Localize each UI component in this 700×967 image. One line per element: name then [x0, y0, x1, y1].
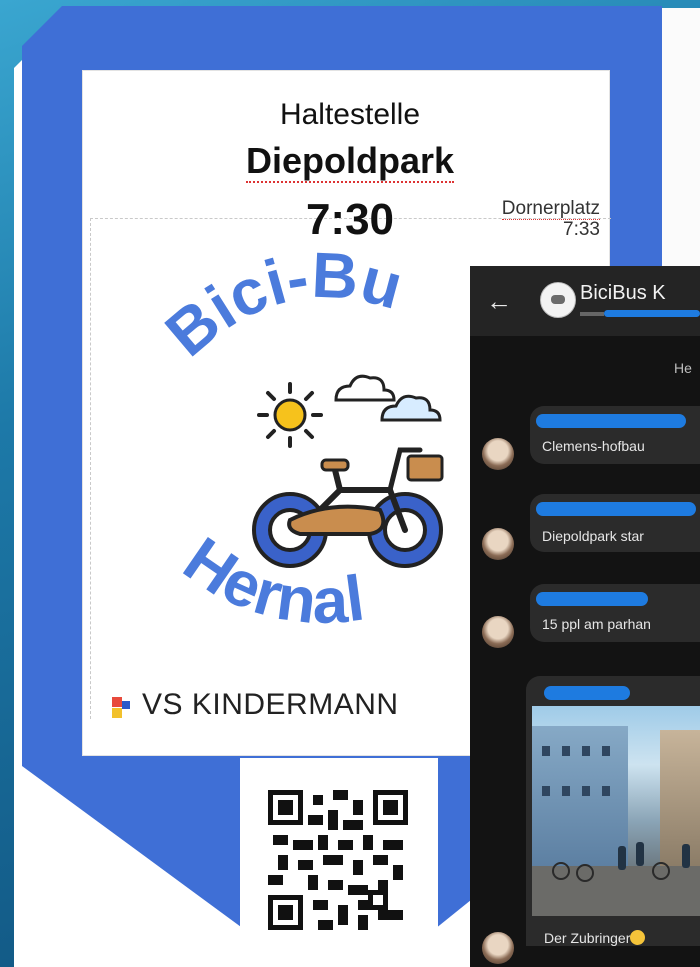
back-arrow-icon[interactable]: ←	[486, 286, 512, 317]
qr-code-icon	[268, 790, 408, 930]
sender-name-redaction	[544, 686, 630, 700]
photo-person	[618, 846, 626, 870]
smile-emoji-icon	[630, 930, 645, 945]
school-name: VS KINDERMANN	[142, 688, 399, 721]
photo-window	[542, 786, 550, 796]
sender-name-redaction	[536, 502, 696, 516]
message-text: Der Zubringer	[544, 930, 631, 946]
photo-bike	[576, 864, 594, 882]
chat-subtitle-bar	[580, 312, 604, 316]
chat-subtitle-redaction	[604, 310, 700, 317]
bicibus-logo: Bici-Bu Hernal	[152, 250, 444, 637]
message-text: 15 ppl am parhan	[542, 616, 651, 632]
school-logo	[112, 697, 130, 718]
chat-header: ← BiciBus K	[470, 266, 700, 336]
next-stop-time: 7:33	[563, 219, 600, 240]
photo-person	[636, 842, 644, 866]
photo-window	[582, 786, 590, 796]
photo-window	[542, 746, 550, 756]
photo-building	[660, 730, 700, 870]
photo-window	[562, 746, 570, 756]
photo-window	[562, 786, 570, 796]
photo-window	[582, 746, 590, 756]
message-text: Clemens-hofbau	[542, 438, 645, 454]
group-avatar[interactable]	[540, 282, 576, 318]
photo-person	[682, 844, 690, 868]
logo-top-text: Bici-Bu	[152, 250, 410, 370]
stop-header: Haltestelle	[279, 98, 421, 131]
sender-avatar[interactable]	[482, 932, 514, 964]
photo-window	[602, 746, 610, 756]
cloud-icon	[334, 374, 442, 422]
sender-avatar[interactable]	[482, 438, 514, 470]
sender-avatar[interactable]	[482, 616, 514, 648]
photo-bike	[652, 862, 670, 880]
sun-icon	[257, 382, 323, 448]
day-label: He	[674, 360, 692, 376]
photo-bike	[552, 862, 570, 880]
sender-name-redaction	[536, 414, 686, 428]
sender-name-redaction	[536, 592, 648, 606]
next-stop-name: Dornerplatz	[501, 198, 600, 220]
photo-window	[602, 786, 610, 796]
sender-avatar[interactable]	[482, 528, 514, 560]
photo-attachment[interactable]	[532, 706, 700, 916]
chat-screen: ← BiciBus K He Clemens-hofbau Diepoldpar…	[470, 266, 700, 967]
bicycle-icon	[252, 447, 444, 568]
message-text: Diepoldpark star	[542, 528, 644, 544]
stop-name: Diepoldpark	[245, 140, 455, 183]
chat-title[interactable]: BiciBus K	[580, 282, 666, 305]
